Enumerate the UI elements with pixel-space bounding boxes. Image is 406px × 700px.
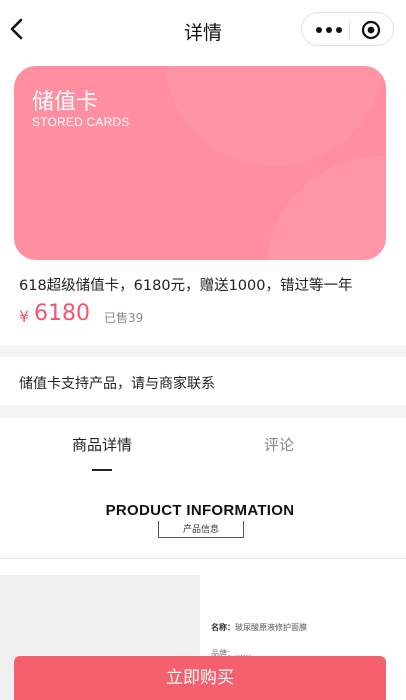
product-price: 6180 (34, 301, 90, 326)
target-close-icon[interactable] (360, 19, 382, 41)
mini-program-capsule (301, 12, 394, 46)
notice-bar: 储值卡支持产品，请与商家联系 (0, 357, 406, 405)
active-tab-indicator (92, 469, 112, 471)
card-subtitle: STORED CARDS (32, 115, 130, 129)
navbar: 详情 (0, 0, 406, 60)
tab-product-details[interactable]: 商品详情 (72, 434, 132, 455)
currency-symbol: ¥ (19, 307, 30, 326)
product-information-subheading: 产品信息 (0, 522, 402, 535)
card-decoration (164, 66, 384, 166)
sold-count: 已售39 (104, 311, 144, 325)
notice-text: 储值卡支持产品，请与商家联系 (19, 376, 215, 392)
spec-name-line: 名称：玻尿酸原液修护面膜 (211, 623, 307, 632)
stored-card-image: 储值卡 STORED CARDS (14, 66, 386, 260)
tab-reviews[interactable]: 评论 (264, 434, 294, 455)
buy-now-button[interactable]: 立即购买 (14, 656, 386, 700)
product-information-heading: PRODUCT INFORMATION (105, 502, 295, 519)
divider (0, 558, 406, 559)
product-section: 储值卡 STORED CARDS 618超级储值卡，6180元，赠送1000，错… (0, 60, 406, 345)
card-decoration (266, 156, 386, 260)
capsule-divider (349, 21, 350, 39)
card-title: 储值卡 (32, 90, 99, 115)
more-dots-icon[interactable] (314, 22, 344, 38)
product-name: 618超级储值卡，6180元，赠送1000，错过等一年 (19, 278, 353, 294)
